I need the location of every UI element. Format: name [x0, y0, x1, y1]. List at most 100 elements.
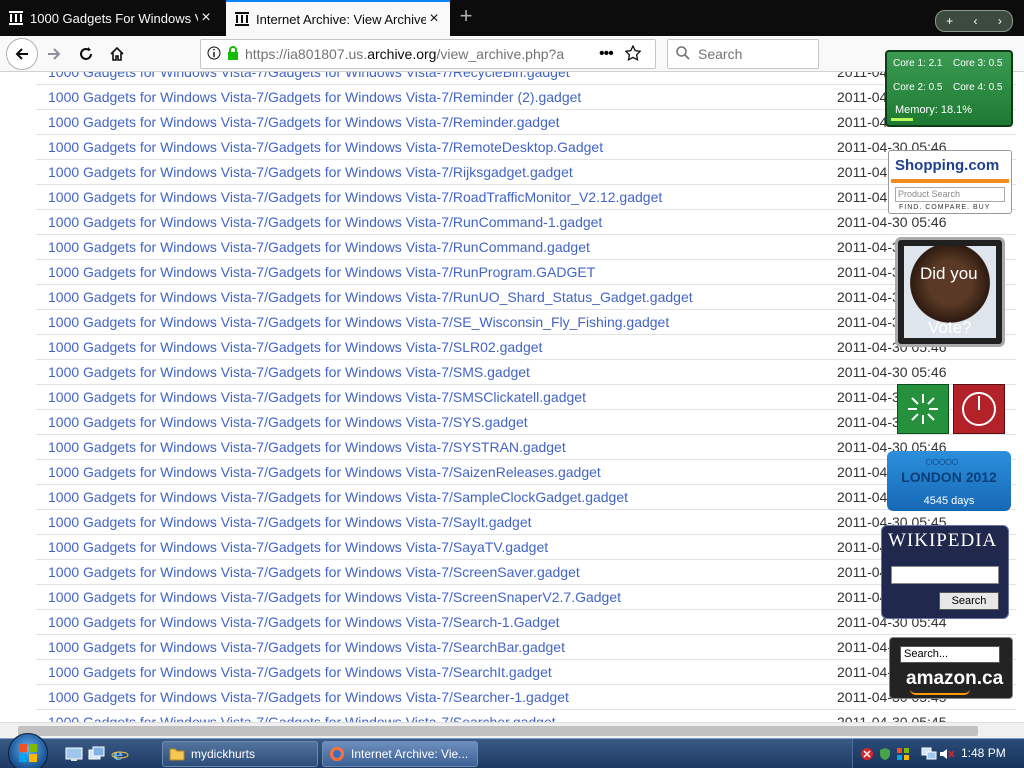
start-button[interactable] — [8, 733, 48, 768]
table-row: 1000 Gadgets for Windows Vista-7/Gadgets… — [36, 635, 1016, 660]
bookmark-star-icon[interactable] — [624, 43, 642, 64]
file-link[interactable]: 1000 Gadgets for Windows Vista-7/Gadgets… — [48, 564, 580, 580]
restart-button[interactable] — [897, 384, 949, 434]
file-link[interactable]: 1000 Gadgets for Windows Vista-7/Gadgets… — [48, 264, 595, 280]
table-row: 1000 Gadgets for Windows Vista-7/Gadgets… — [36, 710, 1016, 722]
file-date: 2011-04-30 05:45 — [837, 714, 947, 722]
core2-value: Core 2: 0.5 — [893, 82, 943, 93]
file-link[interactable]: 1000 Gadgets for Windows Vista-7/Gadgets… — [48, 514, 532, 530]
file-link[interactable]: 1000 Gadgets for Windows Vista-7/Gadgets… — [48, 489, 628, 505]
core4-value: Core 4: 0.5 — [953, 82, 1003, 93]
file-link[interactable]: 1000 Gadgets for Windows Vista-7/Gadgets… — [48, 139, 603, 155]
divider — [891, 179, 1009, 183]
file-link[interactable]: 1000 Gadgets for Windows Vista-7/Gadgets… — [48, 164, 573, 180]
svg-text:e: e — [113, 745, 123, 763]
file-link[interactable]: 1000 Gadgets for Windows Vista-7/Gadgets… — [48, 464, 601, 480]
taskbar-item-folder[interactable]: mydickhurts — [162, 741, 318, 767]
file-link[interactable]: 1000 Gadgets for Windows Vista-7/Gadgets… — [48, 114, 560, 130]
file-link[interactable]: 1000 Gadgets for Windows Vista-7/Gadgets… — [48, 89, 581, 105]
search-icon — [676, 45, 690, 63]
tab-gadgets[interactable]: 1000 Gadgets For Windows Vist × — [0, 0, 222, 36]
file-link[interactable]: 1000 Gadgets for Windows Vista-7/Gadgets… — [48, 639, 565, 655]
file-date: 2011-04-30 05:46 — [837, 214, 947, 230]
taskbar-item-browser[interactable]: Internet Archive: Vie... — [322, 741, 478, 767]
shopping-logo[interactable]: Shopping.com — [895, 157, 999, 174]
tab-internet-archive[interactable]: Internet Archive: View Archive × — [226, 0, 450, 36]
amazon-gadget: Search... amazon.ca — [889, 637, 1013, 699]
volume-muted-icon[interactable] — [939, 746, 955, 762]
table-row: 1000 Gadgets for Windows Vista-7/Gadgets… — [36, 435, 1016, 460]
vote-line-2: Vote? — [928, 318, 972, 337]
lock-icon — [227, 45, 239, 63]
close-icon[interactable]: × — [426, 10, 442, 27]
amazon-search-input[interactable]: Search... — [900, 646, 1000, 663]
file-link[interactable]: 1000 Gadgets for Windows Vista-7/Gadgets… — [48, 189, 662, 205]
table-row: 1000 Gadgets for Windows Vista-7/Gadgets… — [36, 85, 1016, 110]
tab-title: Internet Archive: View Archive — [256, 11, 426, 27]
chevron-right-icon[interactable]: › — [998, 14, 1002, 28]
switch-windows-icon[interactable] — [87, 744, 107, 764]
add-gadget-icon[interactable]: + — [946, 14, 953, 28]
forward-button[interactable] — [40, 40, 68, 68]
reload-button[interactable] — [72, 40, 100, 68]
back-button[interactable] — [6, 38, 38, 70]
network-icon[interactable] — [921, 746, 937, 762]
system-tray: 1:48 PM — [852, 739, 1024, 768]
file-link[interactable]: 1000 Gadgets for Windows Vista-7/Gadgets… — [48, 389, 586, 405]
table-row: 1000 Gadgets for Windows Vista-7/Gadgets… — [36, 610, 1016, 635]
table-row: 1000 Gadgets for Windows Vista-7/Gadgets… — [36, 185, 1016, 210]
security-alert-icon[interactable] — [859, 746, 875, 762]
core3-value: Core 3: 0.5 — [953, 58, 1003, 69]
horizontal-scrollbar[interactable] — [0, 722, 1024, 739]
wikipedia-gadget: WIKIPEDIA Search — [881, 525, 1009, 619]
power-icon — [962, 392, 996, 426]
file-link[interactable]: 1000 Gadgets for Windows Vista-7/Gadgets… — [48, 214, 602, 230]
search-bar[interactable]: Search — [667, 39, 819, 69]
address-bar[interactable]: https://ia801807.us.archive.org/view_arc… — [200, 39, 656, 69]
url-text[interactable]: https://ia801807.us.archive.org/view_arc… — [245, 46, 585, 62]
gadget-toolbar: + ‹ › — [935, 10, 1013, 32]
info-icon[interactable] — [207, 46, 221, 63]
file-link[interactable]: 1000 Gadgets for Windows Vista-7/Gadgets… — [48, 589, 621, 605]
file-link[interactable]: 1000 Gadgets for Windows Vista-7/Gadgets… — [48, 714, 556, 722]
table-row: 1000 Gadgets for Windows Vista-7/Gadgets… — [36, 360, 1016, 385]
file-link[interactable]: 1000 Gadgets for Windows Vista-7/Gadgets… — [48, 689, 569, 705]
internet-explorer-icon[interactable]: e — [110, 744, 130, 764]
page-actions-icon[interactable]: ••• — [599, 45, 614, 63]
chevron-left-icon[interactable]: ‹ — [974, 14, 978, 28]
reload-icon — [80, 47, 92, 60]
wikipedia-search-button[interactable]: Search — [939, 592, 999, 610]
file-link[interactable]: 1000 Gadgets for Windows Vista-7/Gadgets… — [48, 414, 528, 430]
amazon-logo[interactable]: amazon.ca — [906, 668, 1003, 690]
table-row: 1000 Gadgets for Windows Vista-7/Gadgets… — [36, 685, 1016, 710]
shield-icon[interactable] — [877, 746, 893, 762]
close-icon[interactable]: × — [198, 9, 214, 26]
table-row: 1000 Gadgets for Windows Vista-7/Gadgets… — [36, 72, 1016, 85]
windows-logo-icon — [19, 744, 37, 762]
file-link[interactable]: 1000 Gadgets for Windows Vista-7/Gadgets… — [48, 614, 560, 630]
file-link[interactable]: 1000 Gadgets for Windows Vista-7/Gadgets… — [48, 364, 530, 380]
file-link[interactable]: 1000 Gadgets for Windows Vista-7/Gadgets… — [48, 72, 570, 80]
table-row: 1000 Gadgets for Windows Vista-7/Gadgets… — [36, 310, 1016, 335]
file-link[interactable]: 1000 Gadgets for Windows Vista-7/Gadgets… — [48, 664, 552, 680]
product-search-input[interactable]: Product Search — [895, 187, 1005, 202]
file-link[interactable]: 1000 Gadgets for Windows Vista-7/Gadgets… — [48, 339, 542, 355]
file-link[interactable]: 1000 Gadgets for Windows Vista-7/Gadgets… — [48, 289, 693, 305]
file-link[interactable]: 1000 Gadgets for Windows Vista-7/Gadgets… — [48, 239, 590, 255]
system-clock[interactable]: 1:48 PM — [961, 746, 1006, 760]
show-desktop-icon[interactable] — [64, 744, 84, 764]
scrollbar-thumb[interactable] — [18, 726, 978, 736]
table-row: 1000 Gadgets for Windows Vista-7/Gadgets… — [36, 485, 1016, 510]
file-link[interactable]: 1000 Gadgets for Windows Vista-7/Gadgets… — [48, 539, 548, 555]
shutdown-button[interactable] — [953, 384, 1005, 434]
vote-line-1: Did you — [920, 264, 978, 283]
arrow-left-icon — [15, 48, 28, 60]
wikipedia-search-input[interactable] — [891, 566, 999, 584]
windows-flag-icon[interactable] — [895, 746, 911, 762]
file-link[interactable]: 1000 Gadgets for Windows Vista-7/Gadgets… — [48, 314, 669, 330]
table-row: 1000 Gadgets for Windows Vista-7/Gadgets… — [36, 535, 1016, 560]
file-link[interactable]: 1000 Gadgets for Windows Vista-7/Gadgets… — [48, 439, 566, 455]
search-placeholder: Search — [698, 46, 743, 62]
home-button[interactable] — [103, 40, 131, 68]
new-tab-button[interactable]: + — [454, 4, 478, 30]
